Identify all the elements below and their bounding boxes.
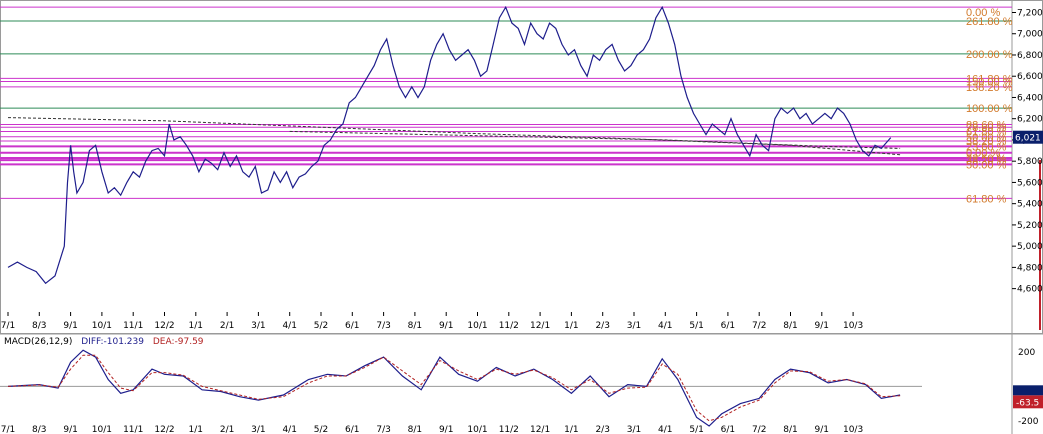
macd-x-tick-label: 8/1	[408, 425, 422, 434]
x-tick-label: 7/1	[1, 321, 15, 331]
price-frame	[0, 0, 1043, 334]
macd-x-tick-label: 5/1	[689, 425, 703, 434]
macd-x-tick-label: 2/1	[220, 425, 234, 434]
macd-x-tick-label: 11/2	[499, 425, 519, 434]
stock-chart: 0.00 %261.80 %200.00 %161.80 %150.00 %13…	[0, 0, 1043, 434]
x-tick-label: 5/1	[689, 321, 703, 331]
macd-x-tick-label: 9/1	[815, 425, 829, 434]
x-tick-label: 11/2	[499, 321, 519, 331]
macd-y-tick-label: -200	[1018, 417, 1039, 427]
y-tick-label: 7,000	[1017, 30, 1043, 40]
x-tick-label: 12/1	[530, 321, 550, 331]
y-tick-label: 5,200	[1017, 221, 1043, 231]
x-tick-label: 10/1	[92, 321, 112, 331]
x-tick-label: 12/2	[154, 321, 174, 331]
current-macd-box-top	[1013, 385, 1043, 396]
macd-title: MACD(26,12,9) DIFF:-101.239 DEA:-97.59	[4, 337, 204, 347]
macd-dea-label: DEA:-97.59	[153, 337, 204, 347]
x-tick-label: 9/1	[439, 321, 453, 331]
macd-x-tick-label: 7/2	[752, 425, 766, 434]
macd-x-tick-label: 1/1	[189, 425, 203, 434]
macd-x-tick-label: 12/2	[154, 425, 174, 434]
fib-label: 61.80 %	[966, 193, 1007, 205]
x-tick-label: 6/1	[721, 321, 735, 331]
macd-x-tick-label: 3/1	[627, 425, 641, 434]
y-tick-label: 6,400	[1017, 93, 1043, 103]
macd-x-tick-label: 7/3	[376, 425, 390, 434]
y-tick-label: 5,400	[1017, 200, 1043, 210]
macd-x-tick-label: 3/1	[251, 425, 265, 434]
y-tick-label: 4,600	[1017, 285, 1043, 295]
x-tick-label: 8/1	[408, 321, 422, 331]
macd-y-tick-label: 200	[1018, 348, 1035, 358]
macd-panel: 200 -200 -63.5	[0, 348, 1043, 427]
x-tick-label: 8/3	[32, 321, 46, 331]
y-tick-label: 4,800	[1017, 263, 1043, 273]
fib-label: 50.00 %	[966, 159, 1007, 171]
macd-x-tick-label: 8/1	[783, 425, 797, 434]
macd-x-tick-label: 10/1	[92, 425, 112, 434]
current-price-label: 6,021	[1015, 134, 1041, 144]
macd-label: MACD(26,12,9)	[4, 337, 72, 347]
y-tick-label: 5,600	[1017, 178, 1043, 188]
x-tick-label: 10/1	[467, 321, 487, 331]
x-tick-label: 4/1	[282, 321, 296, 331]
x-tick-label: 10/3	[843, 321, 863, 331]
macd-x-tick-label: 10/3	[843, 425, 863, 434]
macd-x-tick-label: 9/1	[439, 425, 453, 434]
macd-x-tick-label: 2/3	[595, 425, 609, 434]
x-tick-label: 7/3	[376, 321, 390, 331]
fib-label: 200.00 %	[966, 49, 1013, 61]
y-tick-label: 5,800	[1017, 157, 1043, 167]
macd-x-tick-label: 12/1	[530, 425, 550, 434]
fib-label: 100.00 %	[966, 103, 1013, 115]
macd-x-tick-label: 7/1	[1, 425, 15, 434]
price-series-line	[7, 5, 892, 285]
x-tick-label: 3/1	[251, 321, 265, 331]
current-macd-label: -63.5	[1016, 398, 1039, 408]
macd-x-tick-label: 9/1	[63, 425, 77, 434]
price-panel	[0, 0, 1043, 434]
y-tick-label: 6,200	[1017, 115, 1043, 125]
x-tick-label: 9/1	[63, 321, 77, 331]
x-tick-label: 9/1	[815, 321, 829, 331]
price-y-axis: 4,6004,8005,0005,2005,4005,6005,8006,000…	[1012, 8, 1043, 295]
y-tick-label: 7,200	[1017, 8, 1043, 18]
x-tick-label: 8/1	[783, 321, 797, 331]
x-tick-label: 3/1	[627, 321, 641, 331]
macd-x-tick-label: 6/1	[345, 425, 359, 434]
macd-x-tick-label: 11/1	[123, 425, 143, 434]
macd-x-tick-label: 4/1	[658, 425, 672, 434]
y-tick-label: 6,800	[1017, 51, 1043, 61]
x-tick-label: 2/1	[220, 321, 234, 331]
fib-label: 261.80 %	[966, 16, 1013, 28]
macd-x-tick-label: 6/1	[721, 425, 735, 434]
x-tick-label: 1/1	[189, 321, 203, 331]
x-tick-label: 1/1	[564, 321, 578, 331]
x-tick-label: 7/2	[752, 321, 766, 331]
macd-diff-line	[7, 349, 901, 427]
x-axis: 7/1 7/1 8/3 8/3 9/1 9/1 10/1 10/1 11/1 11/1 12/2 12…	[1, 312, 863, 434]
macd-x-tick-label: 8/3	[32, 425, 46, 434]
macd-x-tick-label: 4/1	[282, 425, 296, 434]
macd-x-tick-label: 1/1	[564, 425, 578, 434]
price-series-layer	[7, 5, 901, 285]
x-tick-label: 4/1	[658, 321, 672, 331]
macd-x-tick-label: 5/2	[314, 425, 328, 434]
x-tick-label: 2/3	[595, 321, 609, 331]
y-tick-label: 6,600	[1017, 72, 1043, 82]
y-tick-label: 5,000	[1017, 242, 1043, 252]
macd-diff-label: DIFF:-101.239	[81, 337, 144, 347]
macd-x-tick-label: 10/1	[467, 425, 487, 434]
x-tick-label: 6/1	[345, 321, 359, 331]
fib-label: 138.20 %	[966, 82, 1013, 94]
x-tick-label: 5/2	[314, 321, 328, 331]
fibonacci-levels: 0.00 %261.80 %200.00 %161.80 %150.00 %13…	[0, 6, 1013, 205]
macd-dea-line	[7, 354, 901, 422]
x-tick-label: 11/1	[123, 321, 143, 331]
